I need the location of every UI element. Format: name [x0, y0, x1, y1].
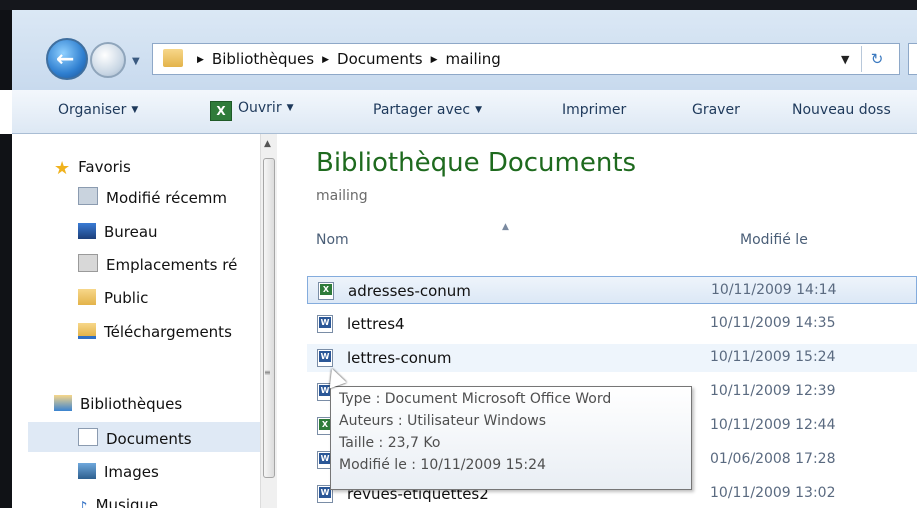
burn-button[interactable]: Graver [692, 102, 740, 118]
address-field[interactable]: ▶ Bibliothèques ▶ Documents ▶ mailing ▼ ↻ [152, 43, 900, 75]
excel-file-icon [318, 282, 334, 300]
file-name: lettres-conum [347, 349, 452, 367]
file-date: 10/11/2009 12:39 [710, 383, 836, 399]
breadcrumb-item[interactable]: mailing [445, 50, 500, 68]
scroll-grip-icon: ≡ [264, 368, 271, 377]
downloads-folder-icon [78, 323, 96, 339]
address-dropdown-arrow[interactable]: ▼ [841, 53, 849, 66]
tooltip-size: Taille : 23,7 Ko [339, 435, 441, 451]
excel-icon: X [210, 101, 232, 121]
star-icon: ★ [54, 158, 71, 179]
tooltip-modified: Modifié le : 10/11/2009 15:24 [339, 457, 546, 473]
word-file-icon [317, 315, 333, 333]
file-info-tooltip: Type : Document Microsoft Office Word Au… [330, 386, 692, 490]
tooltip-authors: Auteurs : Utilisateur Windows [339, 413, 547, 429]
refresh-icon[interactable]: ↻ [861, 46, 892, 72]
new-folder-button[interactable]: Nouveau doss [792, 102, 891, 118]
command-bar: Organiser ▼ X Ouvrir ▼ Partager avec ▼ Impri… [12, 90, 917, 134]
file-row[interactable]: lettres4 10/11/2009 14:35 [307, 310, 917, 338]
breadcrumb-item[interactable]: Bibliothèques [212, 50, 314, 68]
folder-icon [78, 289, 96, 305]
address-bar-area: ← ▼ ▶ Bibliothèques ▶ Documents ▶ mailing ▼ ↻ [0, 10, 917, 90]
print-button[interactable]: Imprimer [562, 102, 626, 118]
back-button[interactable]: ← [46, 38, 88, 80]
scrollbar-thumb[interactable] [263, 158, 275, 478]
column-header-date[interactable]: Modifié le [740, 232, 808, 248]
nav-item-musique[interactable]: ♪ Musique [78, 496, 158, 508]
share-button[interactable]: Partager avec ▼ [373, 102, 482, 118]
nav-item-images[interactable]: Images [78, 463, 159, 481]
window-left-edge [0, 134, 12, 508]
nav-item-bibliotheques[interactable]: Bibliothèques [54, 395, 182, 413]
file-date: 10/11/2009 13:02 [710, 485, 836, 501]
breadcrumb: ▶ Bibliothèques ▶ Documents ▶ mailing [197, 50, 501, 68]
file-date: 10/11/2009 15:24 [710, 349, 836, 365]
nav-item-telechargements[interactable]: Téléchargements [78, 323, 232, 341]
file-date: 10/11/2009 12:44 [710, 417, 836, 433]
network-places-icon [78, 254, 98, 272]
chevron-down-icon: ▼ [286, 103, 294, 113]
sort-ascending-icon: ▲ [502, 222, 509, 232]
nav-item-documents[interactable]: Documents [78, 428, 192, 448]
breadcrumb-item[interactable]: Documents [337, 50, 423, 68]
navigation-pane: ★ Favoris Modifié récemm Bureau Emplaceme… [12, 134, 260, 508]
organiser-button[interactable]: Organiser ▼ [58, 102, 138, 118]
file-date: 01/06/2008 17:28 [710, 451, 836, 467]
back-arrow-icon: ← [56, 47, 75, 72]
navigation-scrollbar[interactable]: ▲ ≡ [260, 134, 277, 508]
libraries-icon [54, 395, 72, 411]
open-button[interactable]: X Ouvrir ▼ [210, 100, 294, 121]
nav-item-favoris[interactable]: ★ Favoris [54, 158, 131, 179]
desktop-icon [78, 223, 96, 239]
word-file-icon [317, 349, 333, 367]
nav-item-public[interactable]: Public [78, 289, 148, 307]
documents-icon [78, 428, 98, 446]
nav-item-emplacements[interactable]: Emplacements ré [78, 254, 237, 274]
recent-places-icon [78, 187, 98, 205]
file-date: 10/11/2009 14:14 [711, 282, 837, 298]
nav-item-recent[interactable]: Modifié récemm [78, 187, 227, 207]
nav-item-bureau[interactable]: Bureau [78, 223, 158, 241]
recent-pages-dropdown[interactable]: ▼ [132, 56, 140, 67]
library-title: Bibliothèque Documents [316, 148, 637, 178]
pictures-icon [78, 463, 96, 479]
column-header-name[interactable]: Nom [316, 232, 349, 248]
file-name: adresses-conum [348, 282, 471, 300]
file-row[interactable]: adresses-conum 10/11/2009 14:14 [307, 276, 917, 304]
chevron-down-icon: ▼ [131, 105, 139, 115]
file-row[interactable]: lettres-conum 10/11/2009 15:24 [307, 344, 917, 372]
file-date: 10/11/2009 14:35 [710, 315, 836, 331]
folder-icon [163, 49, 183, 67]
tooltip-type: Type : Document Microsoft Office Word [339, 391, 612, 407]
window-top-edge [0, 0, 917, 10]
scroll-up-icon[interactable]: ▲ [264, 139, 271, 149]
chevron-down-icon: ▼ [475, 105, 483, 115]
forward-button[interactable] [90, 42, 126, 78]
library-subtitle: mailing [316, 188, 368, 204]
search-input[interactable] [908, 43, 917, 75]
music-note-icon: ♪ [78, 498, 88, 508]
file-name: lettres4 [347, 315, 405, 333]
